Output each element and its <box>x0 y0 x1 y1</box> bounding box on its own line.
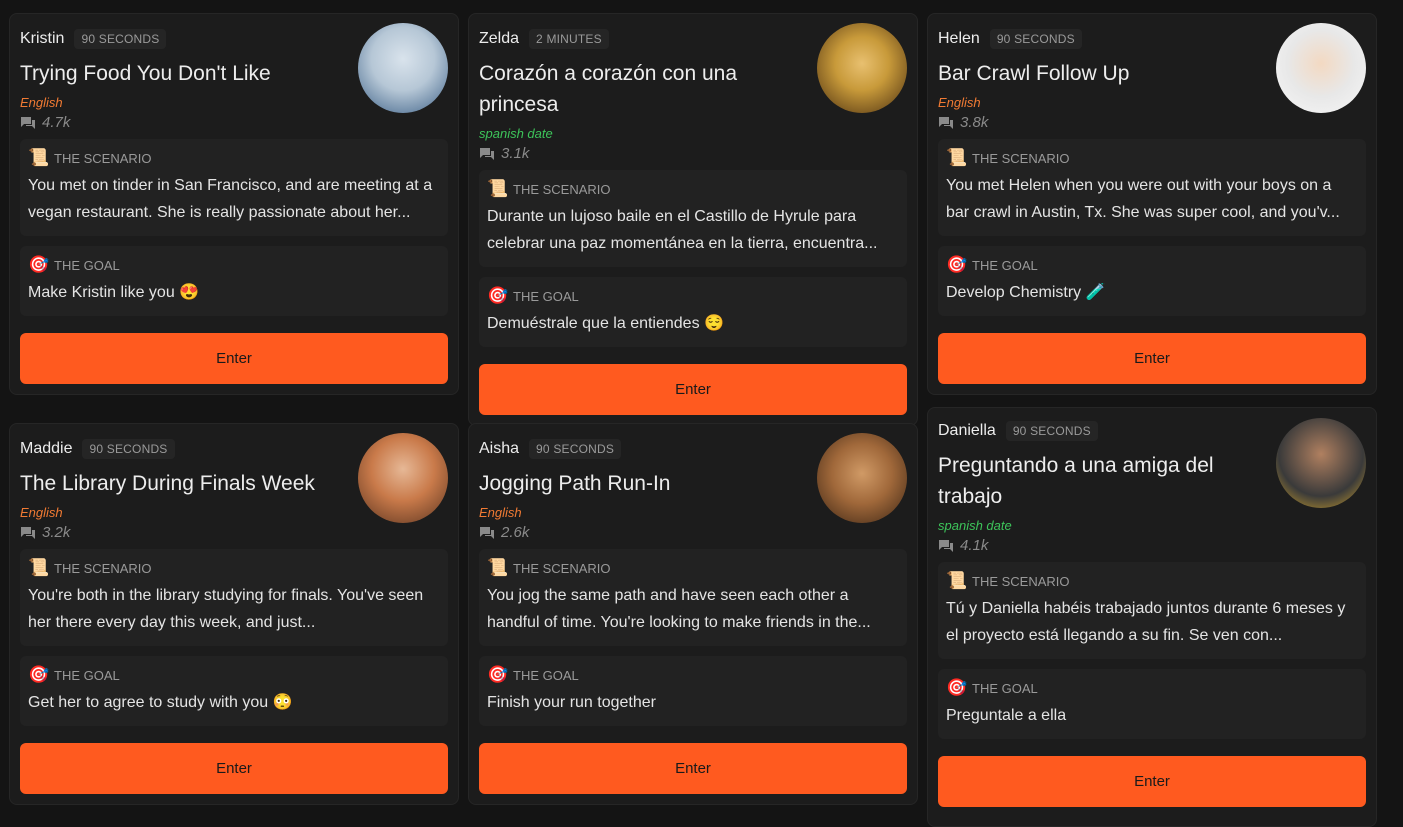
chat-bubbles-icon <box>939 116 953 129</box>
goal-text: Get her to agree to study with you 😳 <box>28 694 293 711</box>
chat-bubbles-icon <box>480 526 494 539</box>
scenario-title: The Library During Finals Week <box>20 472 315 495</box>
scenario-title: Jogging Path Run-In <box>479 472 671 495</box>
chat-bubbles-icon <box>939 539 953 552</box>
goal-box: 🎯 THE GOAL Develop Chemistry 🧪 <box>938 246 1366 316</box>
avatar <box>817 23 907 113</box>
character-name: Helen <box>938 30 980 47</box>
enter-button[interactable]: Enter <box>479 364 907 415</box>
chat-bubbles-icon <box>21 116 35 129</box>
target-icon: 🎯 <box>487 286 509 305</box>
goal-box: 🎯 THE GOAL Preguntale a ella <box>938 669 1366 739</box>
avatar <box>358 433 448 523</box>
scroll-icon: 📜 <box>487 179 509 198</box>
scenario-box: 📜 THE SCENARIO You jog the same path and … <box>479 549 907 646</box>
target-icon: 🎯 <box>28 665 50 684</box>
avatar <box>358 23 448 113</box>
chat-count: 3.1k <box>479 145 907 162</box>
duration-badge: 2 MINUTES <box>529 29 609 49</box>
chat-bubbles-icon <box>21 526 35 539</box>
language-tag: spanish date <box>479 126 553 141</box>
enter-button[interactable]: Enter <box>479 743 907 794</box>
scenario-card: Daniella 90 SECONDS Preguntando a una am… <box>927 407 1377 827</box>
goal-box: 🎯 THE GOAL Finish your run together <box>479 656 907 726</box>
scenario-box: 📜 THE SCENARIO Tú y Daniella habéis traba… <box>938 562 1366 659</box>
character-name: Aisha <box>479 440 520 457</box>
chat-count: 4.1k <box>938 537 1366 554</box>
goal-text: Demuéstrale que la entiendes 😌 <box>487 315 724 332</box>
target-icon: 🎯 <box>28 255 50 274</box>
goal-text: Finish your run together <box>487 694 656 711</box>
duration-badge: 90 SECONDS <box>82 439 175 459</box>
scenario-box: 📜 THE SCENARIO Durante un lujoso baile en… <box>479 170 907 267</box>
avatar <box>817 433 907 523</box>
avatar <box>1276 418 1366 508</box>
character-name: Daniella <box>938 422 996 439</box>
scenario-box: 📜 THE SCENARIO You met on tinder in San F… <box>20 139 448 236</box>
scenario-text: You're both in the library studying for … <box>28 587 424 631</box>
scenario-title: Corazón a corazón con una princesa <box>479 62 737 116</box>
goal-text: Preguntale a ella <box>946 707 1067 724</box>
scenario-text: Durante un lujoso baile en el Castillo d… <box>487 208 878 252</box>
avatar <box>1276 23 1366 113</box>
chat-count: 2.6k <box>479 524 907 541</box>
scroll-icon: 📜 <box>487 558 509 577</box>
goal-box: 🎯 THE GOAL Get her to agree to study with… <box>20 656 448 726</box>
duration-badge: 90 SECONDS <box>529 439 622 459</box>
chat-count: 4.7k <box>20 114 448 131</box>
enter-button[interactable]: Enter <box>20 333 448 384</box>
scenario-text: Tú y Daniella habéis trabajado juntos du… <box>946 600 1346 644</box>
duration-badge: 90 SECONDS <box>989 29 1082 49</box>
scenario-box: 📜 THE SCENARIO You met Helen when you wer… <box>938 139 1366 236</box>
enter-button[interactable]: Enter <box>20 743 448 794</box>
scenario-card: Aisha 90 SECONDS Jogging Path Run-In Eng… <box>468 423 918 805</box>
chat-bubbles-icon <box>480 147 494 160</box>
scroll-icon: 📜 <box>946 148 968 167</box>
scenario-card: Helen 90 SECONDS Bar Crawl Follow Up Eng… <box>927 13 1377 395</box>
enter-button[interactable]: Enter <box>938 333 1366 384</box>
scenario-text: You met Helen when you were out with you… <box>946 177 1340 221</box>
goal-text: Develop Chemistry 🧪 <box>946 284 1106 301</box>
scenario-box: 📜 THE SCENARIO You're both in the library… <box>20 549 448 646</box>
target-icon: 🎯 <box>487 665 509 684</box>
duration-badge: 90 SECONDS <box>74 29 167 49</box>
scroll-icon: 📜 <box>28 558 50 577</box>
scenario-card: Kristin 90 SECONDS Trying Food You Don't… <box>9 13 459 395</box>
scroll-icon: 📜 <box>28 148 50 167</box>
enter-button[interactable]: Enter <box>938 756 1366 807</box>
scenario-title: Bar Crawl Follow Up <box>938 62 1130 85</box>
target-icon: 🎯 <box>946 255 968 274</box>
chat-count: 3.8k <box>938 114 1366 131</box>
scenario-text: You jog the same path and have seen each… <box>487 587 871 631</box>
scenario-card: Zelda 2 MINUTES Corazón a corazón con un… <box>468 13 918 426</box>
language-tag: spanish date <box>938 518 1012 533</box>
target-icon: 🎯 <box>946 678 968 697</box>
goal-box: 🎯 THE GOAL Make Kristin like you 😍 <box>20 246 448 316</box>
goal-text: Make Kristin like you 😍 <box>28 284 200 301</box>
scenario-title: Preguntando a una amiga del trabajo <box>938 454 1214 508</box>
character-name: Kristin <box>20 30 65 47</box>
goal-box: 🎯 THE GOAL Demuéstrale que la entiendes 😌 <box>479 277 907 347</box>
scenario-title: Trying Food You Don't Like <box>20 62 271 85</box>
chat-count: 3.2k <box>20 524 448 541</box>
character-name: Maddie <box>20 440 73 457</box>
scenario-text: You met on tinder in San Francisco, and … <box>28 177 433 221</box>
scenario-card: Maddie 90 SECONDS The Library During Fin… <box>9 423 459 805</box>
duration-badge: 90 SECONDS <box>1005 421 1098 441</box>
scroll-icon: 📜 <box>946 571 968 590</box>
character-name: Zelda <box>479 30 520 47</box>
